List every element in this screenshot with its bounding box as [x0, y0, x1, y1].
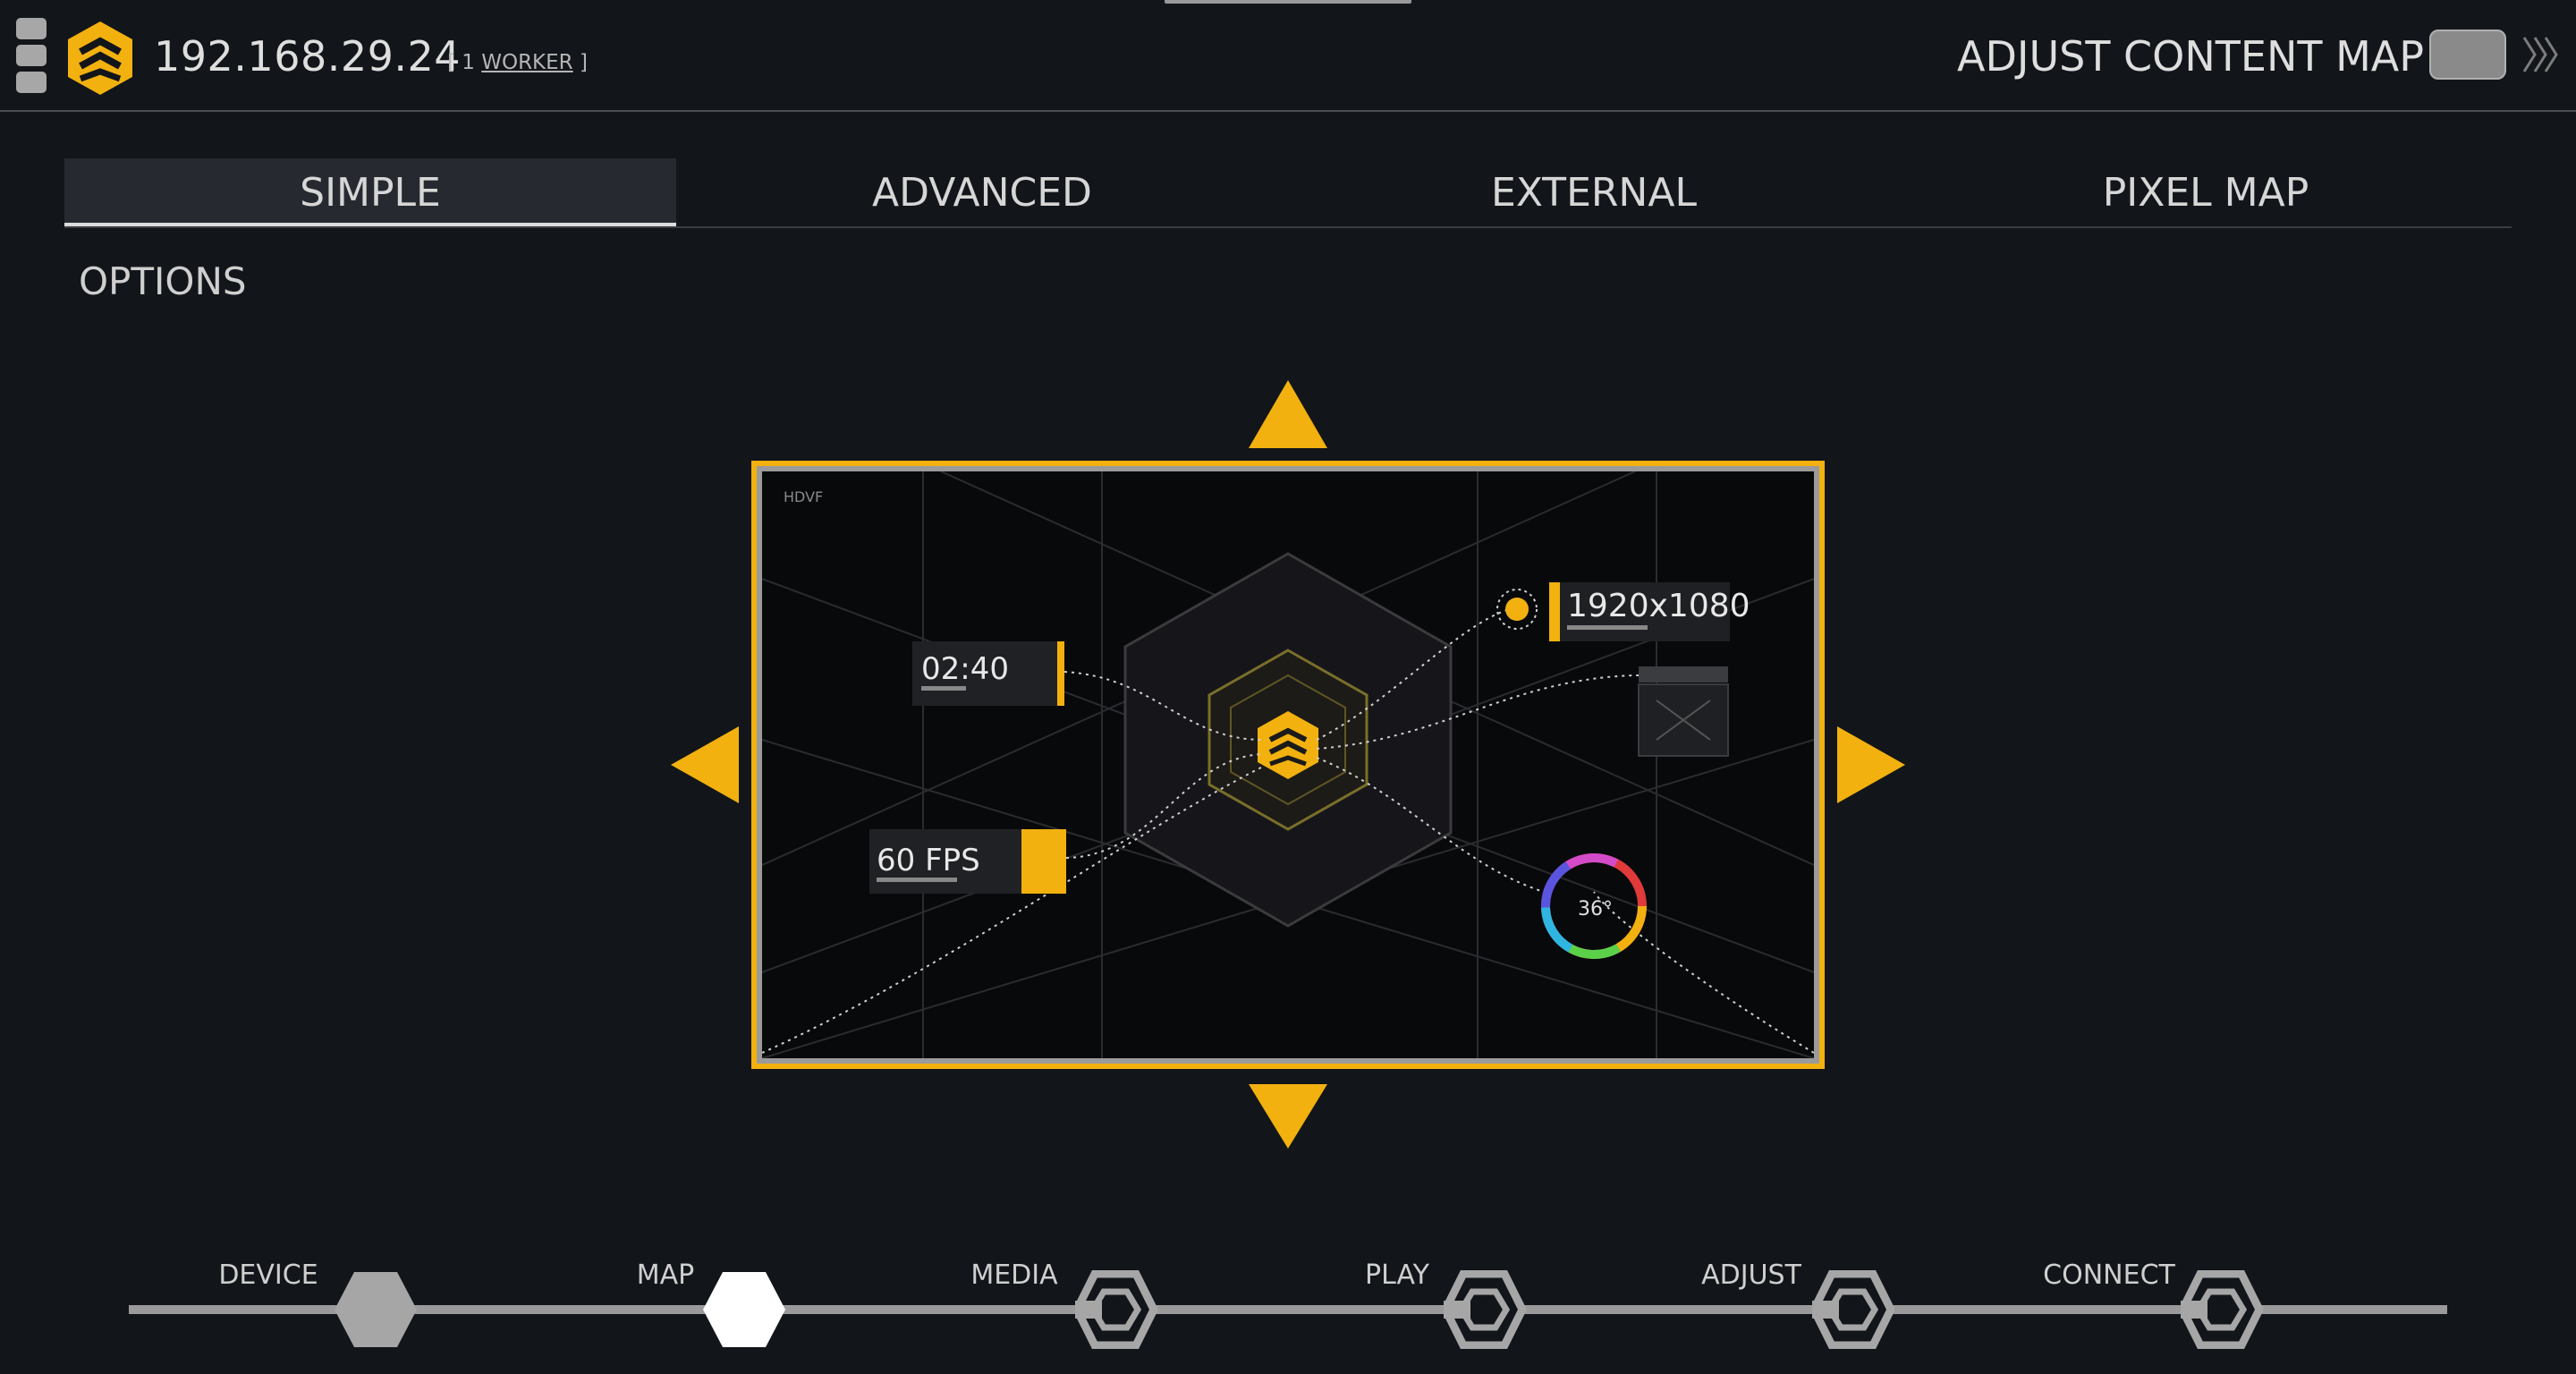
tab-pixel-map[interactable]: PIXEL MAP — [1900, 158, 2512, 226]
chevrons-right-icon[interactable] — [2521, 32, 2560, 77]
worker-link[interactable]: WORKER — [481, 51, 572, 74]
step-map-marker[interactable] — [703, 1270, 785, 1349]
preview-graphic: HDVF 02:40 60 FPS 1920x1080 36° — [762, 471, 1814, 1058]
step-connect-label[interactable]: CONNECT — [2043, 1260, 2175, 1291]
worker-suffix: ] — [579, 51, 588, 74]
step-play-marker[interactable] — [1444, 1270, 1526, 1349]
menu-icon-bar-2[interactable] — [16, 45, 47, 66]
step-connect-marker[interactable] — [2181, 1270, 2263, 1349]
tab-external[interactable]: EXTERNAL — [1288, 158, 1900, 226]
device-ip-address: 192.168.29.24 — [154, 32, 462, 81]
workflow-progress: DEVICE MAP MEDIA PLAY ADJUST CONNECT — [0, 1243, 2576, 1374]
move-down-outer-arrow-icon[interactable] — [1249, 1084, 1327, 1149]
options-heading: OPTIONS — [79, 259, 247, 303]
step-adjust-marker[interactable] — [1812, 1270, 1894, 1349]
pull-down-handle[interactable] — [1165, 0, 1411, 4]
move-right-outer-arrow-icon[interactable] — [1837, 726, 1905, 803]
move-left-outer-arrow-icon[interactable] — [671, 726, 739, 803]
resolution-readout: 1920x1080 — [1567, 588, 1750, 624]
screen-title: ADJUST CONTENT MAP — [1957, 32, 2424, 81]
step-play-label[interactable]: PLAY — [1365, 1260, 1429, 1291]
worker-prefix: [ 1 — [447, 51, 475, 74]
step-adjust-label[interactable]: ADJUST — [1701, 1260, 1801, 1291]
move-up-outer-arrow-icon[interactable] — [1249, 380, 1327, 448]
step-map-label[interactable]: MAP — [637, 1260, 695, 1291]
preview-corner-label: HDVF — [784, 488, 823, 505]
content-map-preview[interactable]: HDVF 02:40 60 FPS 1920x1080 36° — [751, 461, 1825, 1069]
step-device-label[interactable]: DEVICE — [218, 1260, 318, 1291]
fps-readout: 60 FPS — [877, 843, 980, 878]
step-media-label[interactable]: MEDIA — [970, 1260, 1057, 1291]
mode-toggle[interactable] — [2429, 30, 2506, 80]
preview-frame: HDVF 02:40 60 FPS 1920x1080 36° — [757, 466, 1819, 1064]
app-logo-icon — [68, 21, 132, 95]
tab-advanced[interactable]: ADVANCED — [676, 158, 1288, 226]
menu-icon-bar-1[interactable] — [16, 18, 47, 39]
menu-icon-bar-3[interactable] — [16, 72, 47, 93]
angle-readout: 36° — [1578, 898, 1613, 920]
worker-count: [ 1 WORKER ] — [447, 51, 588, 74]
mapping-mode-tabs: SIMPLE ADVANCED EXTERNAL PIXEL MAP — [64, 158, 2512, 228]
step-media-marker[interactable] — [1075, 1270, 1157, 1349]
tab-simple[interactable]: SIMPLE — [64, 158, 676, 226]
step-device-marker[interactable] — [335, 1270, 417, 1349]
time-readout: 02:40 — [921, 651, 1009, 687]
